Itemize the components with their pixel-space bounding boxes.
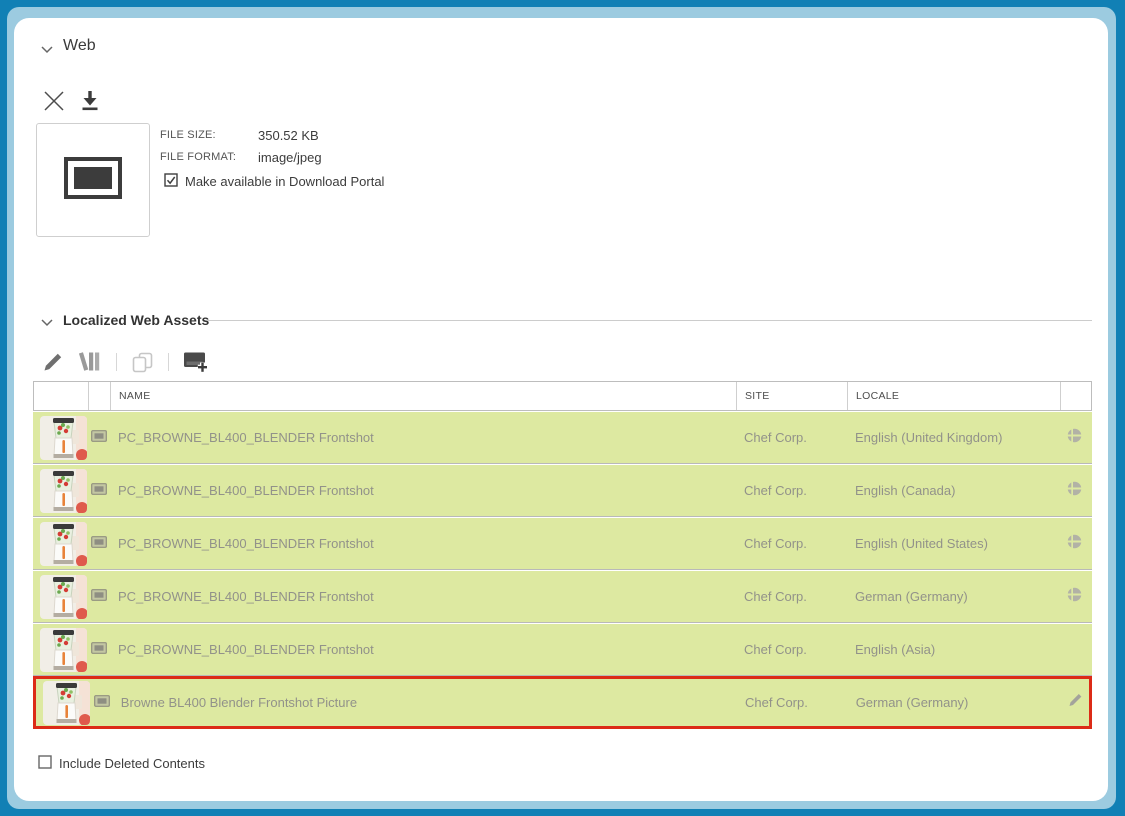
header-type-column	[89, 382, 111, 410]
file-format-label: FILE FORMAT:	[160, 151, 236, 163]
image-type-icon	[91, 482, 107, 500]
image-type-icon	[91, 588, 107, 606]
globe-icon[interactable]	[1067, 587, 1082, 607]
table-header-row: NAME SITE LOCALE	[33, 381, 1092, 411]
asset-site: Chef Corp.	[736, 412, 847, 463]
header-name[interactable]: NAME	[111, 382, 737, 410]
globe-icon[interactable]	[1067, 534, 1082, 554]
download-icon	[79, 89, 101, 118]
asset-locale: German (Germany)	[848, 679, 1060, 726]
web-section-title: Web	[63, 37, 96, 55]
compare-versions-button[interactable]	[77, 350, 103, 373]
asset-locale: English (United Kingdom)	[847, 412, 1060, 463]
image-placeholder-icon	[64, 157, 122, 204]
close-icon	[41, 88, 67, 119]
asset-preview-thumbnail[interactable]	[36, 123, 150, 237]
asset-site: Chef Corp.	[737, 679, 848, 726]
asset-thumbnail	[43, 681, 90, 725]
toolbar-separator	[168, 353, 169, 371]
image-type-icon	[91, 641, 107, 659]
include-deleted-checkbox-row[interactable]: Include Deleted Contents	[38, 755, 205, 772]
asset-name: PC_BROWNE_BL400_BLENDER Frontshot	[110, 571, 736, 622]
asset-thumbnail	[40, 628, 87, 672]
download-portal-checkbox-row[interactable]: Make available in Download Portal	[164, 173, 384, 190]
remove-asset-button[interactable]	[41, 88, 67, 119]
table-row[interactable]: PC_BROWNE_BL400_BLENDER Frontshot Chef C…	[33, 465, 1092, 517]
image-type-icon	[94, 694, 110, 712]
image-type-icon	[91, 429, 107, 447]
include-deleted-label: Include Deleted Contents	[59, 756, 205, 771]
header-site[interactable]: SITE	[737, 382, 848, 410]
checkbox-unchecked-icon[interactable]	[38, 755, 52, 772]
header-actions-column	[1061, 382, 1090, 410]
globe-icon[interactable]	[1067, 428, 1082, 448]
section-divider	[207, 320, 1092, 321]
asset-name: PC_BROWNE_BL400_BLENDER Frontshot	[110, 518, 736, 569]
copy-duplicate-button[interactable]	[130, 350, 155, 374]
header-thumbnail-column	[34, 382, 89, 410]
localized-section-chevron[interactable]	[40, 314, 54, 332]
edit-pencil-icon[interactable]	[1067, 692, 1083, 713]
asset-site: Chef Corp.	[736, 571, 847, 622]
asset-locale: English (Canada)	[847, 465, 1060, 516]
asset-thumbnail	[40, 416, 87, 460]
image-type-icon	[91, 535, 107, 553]
table-row[interactable]: PC_BROWNE_BL400_BLENDER Frontshot Chef C…	[33, 571, 1092, 623]
download-portal-label: Make available in Download Portal	[185, 174, 384, 189]
asset-locale: German (Germany)	[847, 571, 1060, 622]
file-size-label: FILE SIZE:	[160, 129, 216, 141]
toolbar-separator	[116, 353, 117, 371]
asset-locale: English (Asia)	[847, 624, 1060, 675]
file-size-value: 350.52 KB	[258, 128, 319, 143]
asset-site: Chef Corp.	[736, 518, 847, 569]
asset-thumbnail	[40, 469, 87, 513]
chevron-down-icon	[40, 314, 54, 331]
chevron-down-icon	[40, 41, 54, 58]
localized-assets-table: NAME SITE LOCALE PC_BROWNE_BL400_BLENDER…	[33, 381, 1092, 729]
web-section-chevron[interactable]	[40, 41, 54, 59]
table-row[interactable]: PC_BROWNE_BL400_BLENDER Frontshot Chef C…	[33, 412, 1092, 464]
localized-section-title: Localized Web Assets	[63, 312, 209, 328]
asset-site: Chef Corp.	[736, 624, 847, 675]
download-button[interactable]	[79, 89, 101, 118]
globe-icon[interactable]	[1067, 481, 1082, 501]
asset-locale: English (United States)	[847, 518, 1060, 569]
asset-site: Chef Corp.	[736, 465, 847, 516]
header-locale[interactable]: LOCALE	[848, 382, 1061, 410]
table-row-selected[interactable]: Browne BL400 Blender Frontshot Picture C…	[33, 676, 1092, 729]
file-format-value: image/jpeg	[258, 150, 322, 165]
asset-name: Browne BL400 Blender Frontshot Picture	[113, 679, 737, 726]
add-image-button[interactable]	[182, 349, 209, 374]
table-row[interactable]: PC_BROWNE_BL400_BLENDER Frontshot Chef C…	[33, 624, 1092, 676]
edit-pencil-button[interactable]	[41, 350, 64, 373]
checkbox-checked-icon[interactable]	[164, 173, 178, 190]
table-row[interactable]: PC_BROWNE_BL400_BLENDER Frontshot Chef C…	[33, 518, 1092, 570]
assets-toolbar	[41, 349, 209, 374]
asset-name: PC_BROWNE_BL400_BLENDER Frontshot	[110, 624, 736, 675]
asset-name: PC_BROWNE_BL400_BLENDER Frontshot	[110, 465, 736, 516]
asset-name: PC_BROWNE_BL400_BLENDER Frontshot	[110, 412, 736, 463]
asset-thumbnail	[40, 522, 87, 566]
asset-thumbnail	[40, 575, 87, 619]
